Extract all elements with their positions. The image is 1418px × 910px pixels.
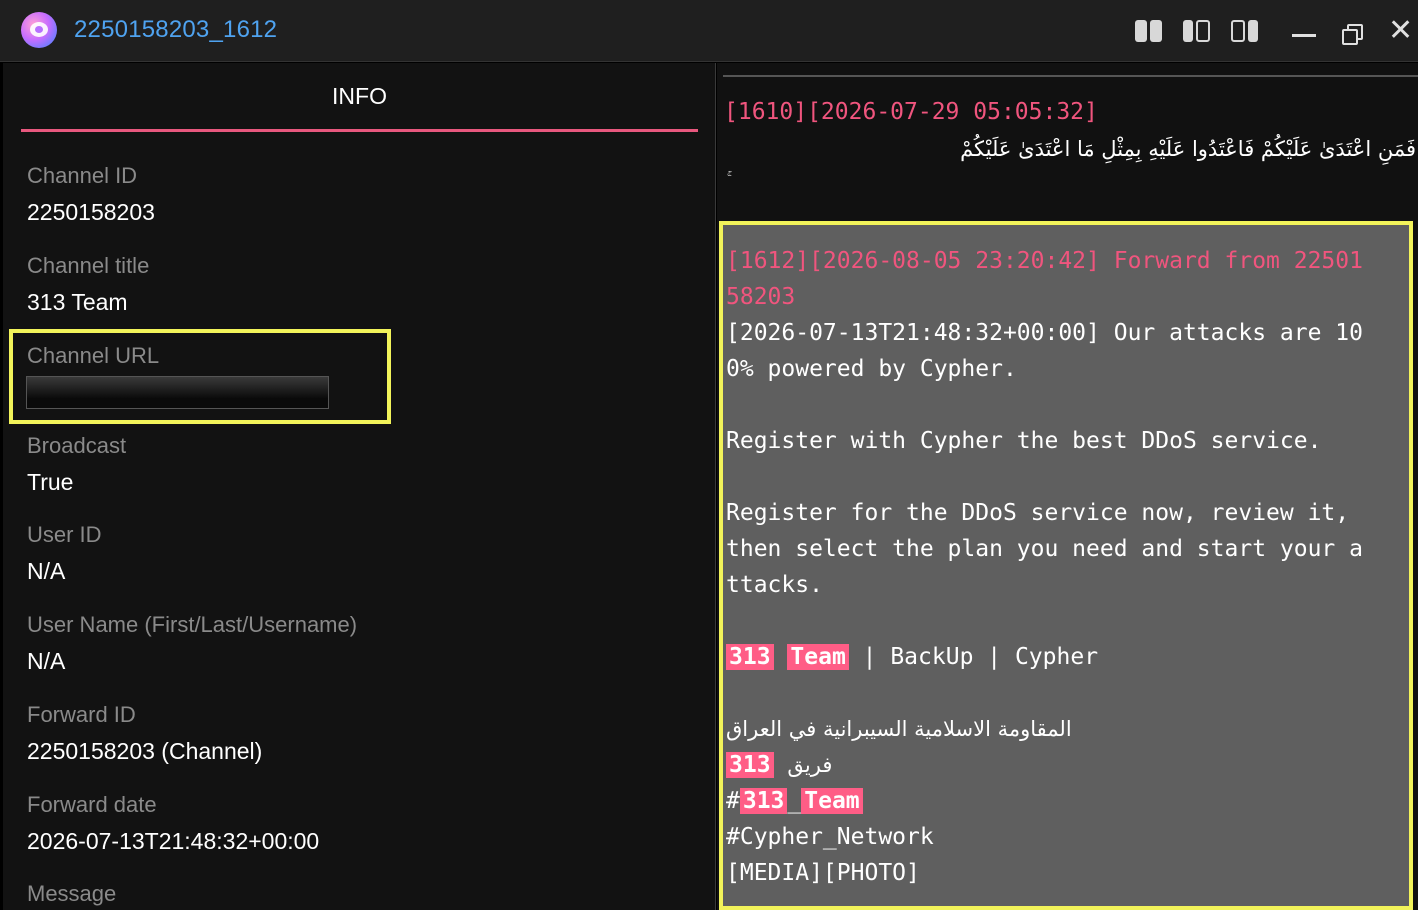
- message-line: Register for the DDoS service now, revie…: [726, 500, 1350, 526]
- signature-text: | BackUp | Cypher: [848, 644, 1099, 670]
- arabic-line: فريق: [787, 753, 833, 777]
- highlight-tag-team: Team: [801, 788, 863, 814]
- tab-info-label: INFO: [332, 83, 387, 109]
- layout-both-panels-icon[interactable]: [1135, 20, 1163, 42]
- field-value: True: [27, 469, 74, 495]
- field-user-id: User ID N/A: [27, 522, 102, 585]
- tab-info-underline: [21, 129, 698, 132]
- title-bar: 2250158203_1612 ✕: [0, 0, 1418, 62]
- message-header-cont: 58203: [726, 284, 796, 310]
- field-broadcast: Broadcast True: [27, 433, 126, 496]
- app-logo-icon: [21, 12, 57, 48]
- field-label: User ID: [27, 522, 102, 547]
- layout-right-panel-icon[interactable]: [1183, 20, 1211, 42]
- message-header: [1612][2026-08-05 23:20:42] Forward from…: [726, 248, 1363, 274]
- channel-url-highlight-box: [9, 329, 391, 424]
- field-label: Broadcast: [27, 433, 127, 458]
- field-value: 313 Team: [27, 289, 128, 315]
- message-arabic-text: فَمَنِ اعْتَدَىٰ عَلَيْكُمْ فَاعْتَدُوا …: [960, 137, 1416, 161]
- hashtag-prefix: #: [726, 788, 740, 814]
- field-label: Channel ID: [27, 163, 138, 188]
- field-value: N/A: [27, 648, 66, 674]
- media-marker: [MEDIA][PHOTO]: [726, 860, 920, 886]
- field-channel-title: Channel title 313 Team: [27, 253, 149, 316]
- highlight-tag-team: Team: [787, 644, 849, 670]
- field-value: N/A: [27, 558, 66, 584]
- field-value: 2026-07-13T21:48:32+00:00: [27, 828, 320, 854]
- field-forward-date: Forward date 2026-07-13T21:48:32+00:00: [27, 792, 319, 855]
- tab-info[interactable]: INFO: [21, 63, 698, 133]
- message-line: [2026-07-13T21:48:32+00:00] Our attacks …: [726, 320, 1363, 346]
- highlight-tag-313: 313: [726, 752, 774, 778]
- divider: [723, 75, 1418, 77]
- minimize-icon[interactable]: [1292, 34, 1316, 37]
- field-label: Forward ID: [27, 702, 136, 727]
- message-header: [1610][2026-07-29 05:05:32]: [724, 99, 1098, 125]
- highlight-tag-313: 313: [739, 788, 788, 814]
- highlight-tag-313: 313: [726, 644, 774, 670]
- selected-message-content: [1612][2026-08-05 23:20:42] Forward from…: [726, 243, 1410, 891]
- field-message: Message: [27, 881, 116, 907]
- info-panel: INFO Channel ID 2250158203 Channel title…: [3, 63, 716, 910]
- selected-message[interactable]: [1612][2026-08-05 23:20:42] Forward from…: [719, 221, 1413, 910]
- message-line: 0% powered by Cypher.: [726, 356, 1017, 382]
- hashtag-underscore: _: [787, 788, 802, 814]
- field-value: 2250158203: [27, 199, 155, 225]
- message-line: ttacks.: [726, 572, 823, 598]
- message-panel: [1610][2026-07-29 05:05:32] فَمَنِ اعْتَ…: [717, 63, 1418, 910]
- field-label: Message: [27, 881, 117, 906]
- window-title: 2250158203_1612: [74, 16, 278, 43]
- field-channel-id: Channel ID 2250158203: [27, 163, 155, 226]
- message-line: Register with Cypher the best DDoS servi…: [726, 428, 1322, 454]
- field-label: Channel title: [27, 253, 150, 278]
- message-line: then select the plan you need and start …: [726, 536, 1363, 562]
- field-label: User Name (First/Last/Username): [27, 612, 358, 637]
- hashtag: #Cypher_Network: [726, 824, 934, 850]
- layout-left-panel-icon[interactable]: [1231, 20, 1259, 42]
- field-label: Forward date: [27, 792, 157, 817]
- field-forward-id: Forward ID 2250158203 (Channel): [27, 702, 262, 765]
- arabic-line: المقاومة الاسلامية السيبرانية في العراق: [726, 717, 1072, 741]
- close-icon[interactable]: ✕: [1388, 16, 1413, 46]
- field-user-name: User Name (First/Last/Username) N/A: [27, 612, 357, 675]
- restore-icon[interactable]: [1342, 24, 1364, 46]
- field-value: 2250158203 (Channel): [27, 738, 263, 764]
